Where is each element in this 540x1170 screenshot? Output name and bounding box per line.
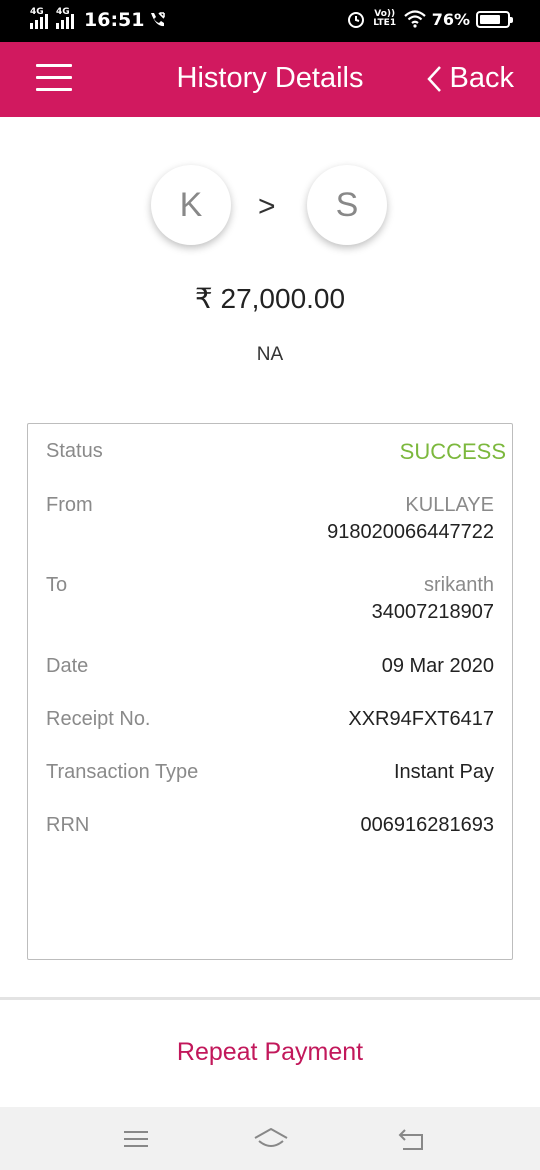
to-name: srikanth	[423, 574, 494, 596]
back-nav-icon[interactable]	[397, 1125, 427, 1153]
network-type-2: 4G	[56, 7, 70, 17]
status-right: Vo)) LTE1 76%	[346, 9, 513, 29]
signal-icon: 4G	[30, 7, 48, 29]
from-label: From	[46, 494, 93, 516]
call-icon	[151, 12, 166, 27]
from-account: 918020066447722	[327, 521, 494, 543]
battery-icon	[476, 10, 513, 28]
alarm-icon	[347, 12, 364, 28]
system-nav-bar	[0, 1107, 540, 1170]
back-button[interactable]: Back	[426, 62, 514, 95]
chevron-left-icon	[426, 65, 441, 92]
rrn-value: 006916281693	[360, 814, 494, 836]
transaction-type-value: Instant Pay	[393, 761, 494, 783]
to-label: To	[46, 574, 68, 596]
wifi-icon	[403, 10, 426, 28]
receiver-avatar: S	[307, 165, 387, 245]
from-name: KULLAYE	[405, 494, 494, 516]
to-details: srikanth 34007218907	[372, 572, 494, 626]
rrn-label: RRN	[46, 814, 90, 836]
from-details: KULLAYE 918020066447722	[327, 492, 494, 546]
battery-percent: 76%	[431, 9, 470, 29]
app-header: History Details Back	[0, 42, 540, 117]
receipt-value: XXR94FXT6417	[348, 708, 494, 730]
transaction-remark: NA	[256, 344, 284, 365]
receipt-label: Receipt No.	[46, 708, 151, 730]
details-card: Status SUCCESS From KULLAYE 918020066447…	[27, 423, 513, 960]
volte-indicator: Vo)) LTE1	[373, 9, 397, 28]
clock: 16:51	[84, 9, 145, 31]
transaction-amount: ₹ 27,000.00	[194, 283, 346, 314]
transfer-arrow: >	[258, 190, 276, 223]
back-label: Back	[449, 62, 514, 94]
transaction-type-label: Transaction Type	[46, 761, 199, 783]
status-label: Status	[46, 440, 103, 462]
date-value: 09 Mar 2020	[381, 655, 494, 677]
date-label: Date	[46, 655, 89, 677]
recent-apps-icon[interactable]	[121, 1125, 151, 1153]
battery-fill	[480, 14, 500, 24]
network-type-1: 4G	[30, 7, 44, 17]
divider	[0, 997, 540, 1000]
status-value: SUCCESS	[399, 439, 506, 464]
status-bar: 4G 4G 16:51 Vo)) LTE1 76%	[0, 0, 540, 42]
to-account: 34007218907	[371, 601, 494, 623]
signal-icon-2: 4G	[56, 7, 74, 29]
sender-avatar: K	[151, 165, 231, 245]
home-icon[interactable]	[253, 1125, 289, 1153]
status-left: 4G 4G 16:51	[30, 7, 166, 31]
repeat-payment-button[interactable]: Repeat Payment	[0, 1038, 540, 1067]
